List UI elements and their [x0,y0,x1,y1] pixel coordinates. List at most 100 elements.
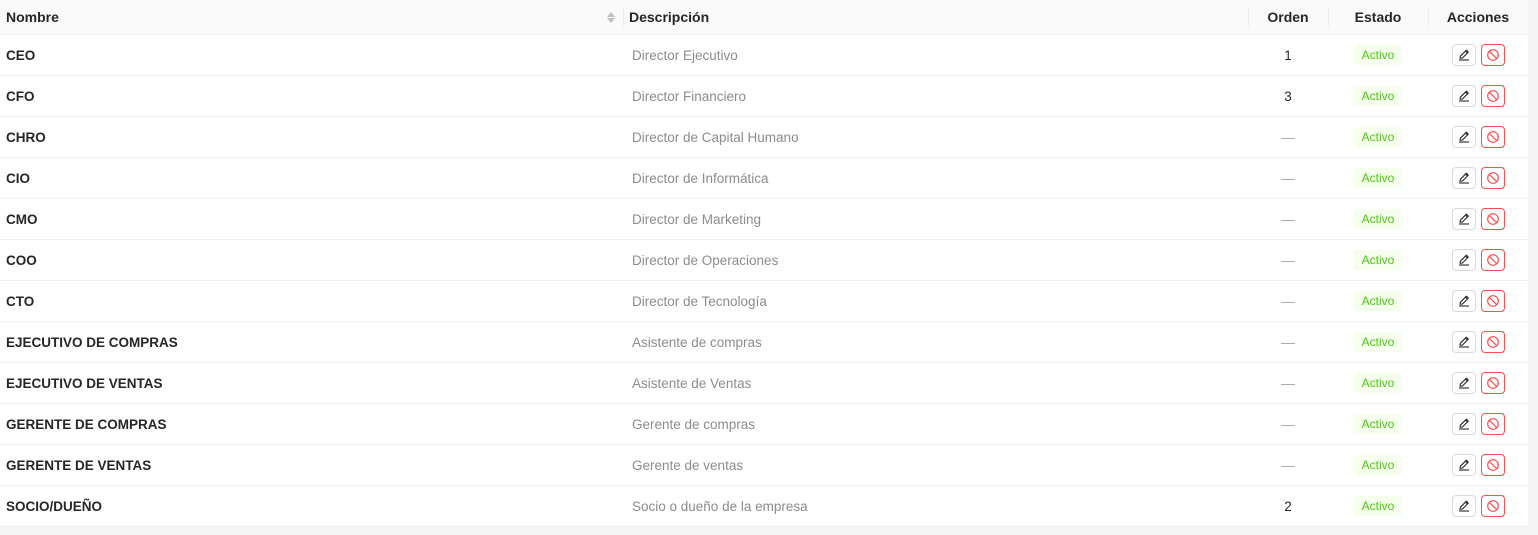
disable-button[interactable] [1480,167,1505,189]
table-header: Nombre Descripción Orden Estado Acciones [0,0,1528,35]
role-name: CIO [0,157,623,199]
role-description: Asistente de compras [623,321,1248,363]
edit-button[interactable] [1451,331,1476,353]
role-order: — [1248,444,1328,486]
edit-button[interactable] [1451,167,1476,189]
actions-cell [1428,34,1528,76]
edit-icon [1457,171,1471,185]
table-row[interactable]: GERENTE DE VENTAS Gerente de ventas — Activ… [0,444,1528,486]
disable-button[interactable] [1480,413,1505,435]
edit-button[interactable] [1451,454,1476,476]
actions-cell [1428,444,1528,486]
disable-button[interactable] [1480,290,1505,312]
disable-button[interactable] [1480,44,1505,66]
table-row[interactable]: CHRO Director de Capital Humano — Activo [0,116,1528,158]
table-row[interactable]: EJECUTIVO DE VENTAS Asistente de Ventas — A… [0,362,1528,404]
edit-icon [1457,130,1471,144]
edit-button[interactable] [1451,44,1476,66]
roles-table-container: Nombre Descripción Orden Estado Acciones… [0,0,1528,527]
disable-button[interactable] [1480,85,1505,107]
edit-button[interactable] [1451,372,1476,394]
status-cell: Activo [1328,75,1428,117]
status-cell: Activo [1328,280,1428,322]
edit-button[interactable] [1451,85,1476,107]
actions-cell [1428,198,1528,240]
ban-icon [1486,212,1500,226]
disable-button[interactable] [1480,126,1505,148]
column-header-nombre[interactable]: Nombre [0,0,623,35]
edit-button[interactable] [1451,290,1476,312]
role-order: — [1248,280,1328,322]
role-description: Director de Marketing [623,198,1248,240]
table-row[interactable]: SOCIO/DUEÑO Socio o dueño de la empresa 2 A… [0,485,1528,527]
ban-icon [1486,376,1500,390]
status-badge: Activo [1353,414,1403,434]
edit-icon [1457,294,1471,308]
disable-button[interactable] [1480,249,1505,271]
edit-button[interactable] [1451,249,1476,271]
edit-icon [1457,376,1471,390]
status-cell: Activo [1328,198,1428,240]
role-name: CEO [0,34,623,76]
disable-button[interactable] [1480,495,1505,517]
table-row[interactable]: COO Director de Operaciones — Activo [0,239,1528,281]
edit-button[interactable] [1451,495,1476,517]
sort-icon[interactable] [607,11,615,23]
ban-icon [1486,130,1500,144]
ban-icon [1486,89,1500,103]
table-row[interactable]: CTO Director de Tecnología — Activo [0,280,1528,322]
status-badge: Activo [1353,168,1403,188]
edit-icon [1457,335,1471,349]
status-badge: Activo [1353,373,1403,393]
role-name: EJECUTIVO DE VENTAS [0,362,623,404]
table-row[interactable]: EJECUTIVO DE COMPRAS Asistente de compras… [0,321,1528,363]
status-cell: Activo [1328,34,1428,76]
table-row[interactable]: GERENTE DE COMPRAS Gerente de compras — Act… [0,403,1528,445]
role-order: 1 [1248,34,1328,76]
role-name: CMO [0,198,623,240]
edit-button[interactable] [1451,126,1476,148]
status-cell: Activo [1328,403,1428,445]
status-badge: Activo [1353,45,1403,65]
status-badge: Activo [1353,291,1403,311]
role-name: COO [0,239,623,281]
roles-table: Nombre Descripción Orden Estado Acciones… [0,0,1528,527]
table-row[interactable]: CIO Director de Informática — Activo [0,157,1528,199]
disable-button[interactable] [1480,372,1505,394]
role-description: Director Financiero [623,75,1248,117]
edit-icon [1457,48,1471,62]
edit-button[interactable] [1451,208,1476,230]
role-order: 2 [1248,485,1328,527]
role-order: — [1248,321,1328,363]
role-name: EJECUTIVO DE COMPRAS [0,321,623,363]
disable-button[interactable] [1480,208,1505,230]
table-row[interactable]: CEO Director Ejecutivo 1 Activo [0,34,1528,76]
column-header-orden-label: Orden [1267,9,1309,25]
role-description: Director Ejecutivo [623,34,1248,76]
column-header-acciones-label: Acciones [1446,9,1510,25]
edit-button[interactable] [1451,413,1476,435]
role-order: — [1248,239,1328,281]
actions-cell [1428,280,1528,322]
disable-button[interactable] [1480,454,1505,476]
status-cell: Activo [1328,239,1428,281]
edit-icon [1457,212,1471,226]
table-row[interactable]: CFO Director Financiero 3 Activo [0,75,1528,117]
actions-cell [1428,75,1528,117]
scrollbar-track[interactable] [1528,0,1538,535]
actions-cell [1428,362,1528,404]
actions-cell [1428,485,1528,527]
actions-cell [1428,157,1528,199]
ban-icon [1486,499,1500,513]
status-badge: Activo [1353,455,1403,475]
column-header-estado: Estado [1328,0,1428,35]
role-description: Director de Operaciones [623,239,1248,281]
ban-icon [1486,458,1500,472]
table-row[interactable]: CMO Director de Marketing — Activo [0,198,1528,240]
actions-cell [1428,403,1528,445]
ban-icon [1486,335,1500,349]
disable-button[interactable] [1480,331,1505,353]
status-badge: Activo [1353,209,1403,229]
ban-icon [1486,417,1500,431]
role-order: — [1248,362,1328,404]
